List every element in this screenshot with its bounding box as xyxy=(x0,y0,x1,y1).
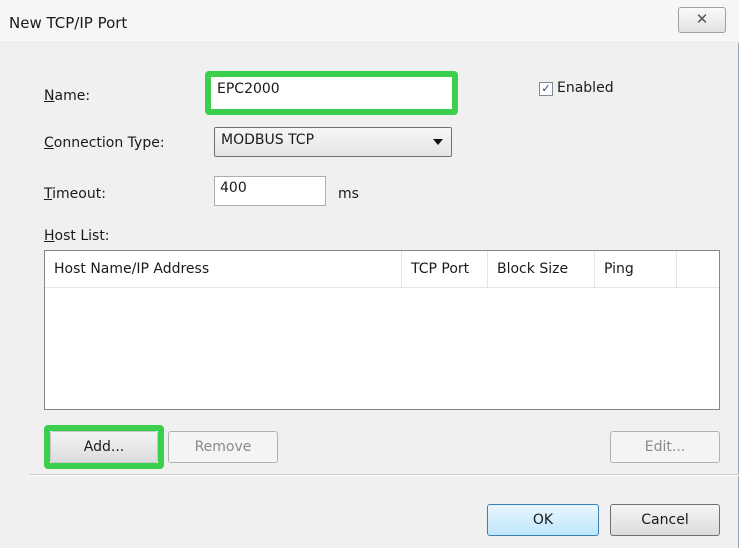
enabled-checkbox[interactable]: ✓ xyxy=(539,82,553,96)
connection-type-label-rest: onnection Type: xyxy=(53,135,165,151)
host-list-label: Host List: xyxy=(44,228,110,244)
host-list-mnemonic: H xyxy=(44,228,55,244)
host-list-header: Host Name/IP Address TCP Port Block Size… xyxy=(45,251,719,288)
close-icon: ✕ xyxy=(695,10,709,28)
name-label-rest: ame: xyxy=(54,88,91,104)
connection-type-dropdown[interactable]: MODBUS TCP xyxy=(214,127,452,157)
name-label: Name: xyxy=(44,88,90,104)
connection-type-label: Connection Type: xyxy=(44,135,165,151)
timeout-input[interactable]: 400 xyxy=(214,176,326,206)
enabled-label[interactable]: Enabled xyxy=(557,80,614,96)
new-tcp-ip-port-dialog: New TCP/IP Port ✕ Name: EPC2000 ✓ Enable… xyxy=(0,0,739,548)
ok-button[interactable]: OK xyxy=(487,504,599,536)
chevron-down-icon xyxy=(433,139,443,145)
remove-button[interactable]: Remove xyxy=(168,431,278,463)
host-list-table[interactable]: Host Name/IP Address TCP Port Block Size… xyxy=(44,250,720,410)
add-button[interactable]: Add... xyxy=(50,431,158,463)
close-button[interactable]: ✕ xyxy=(678,7,726,33)
divider xyxy=(30,474,739,476)
title-bar[interactable]: New TCP/IP Port ✕ xyxy=(0,0,739,43)
checkmark-icon: ✓ xyxy=(541,82,551,95)
timeout-label-rest: imeout: xyxy=(52,186,106,202)
column-header-filler xyxy=(677,251,719,287)
name-label-mnemonic: N xyxy=(44,88,55,104)
cancel-button[interactable]: Cancel xyxy=(610,504,720,536)
name-field[interactable]: EPC2000 xyxy=(211,77,452,109)
column-header-host[interactable]: Host Name/IP Address xyxy=(45,251,402,287)
timeout-label: Timeout: xyxy=(44,186,106,202)
window-title: New TCP/IP Port xyxy=(9,14,128,32)
connection-type-value: MODBUS TCP xyxy=(221,132,315,148)
host-list-label-rest: ost List: xyxy=(54,228,110,244)
timeout-value: 400 xyxy=(220,180,247,196)
column-header-tcp-port[interactable]: TCP Port xyxy=(402,251,488,287)
timeout-mnemonic: T xyxy=(44,186,53,202)
edit-button[interactable]: Edit... xyxy=(610,431,720,463)
column-header-ping[interactable]: Ping xyxy=(595,251,677,287)
timeout-unit: ms xyxy=(338,186,359,202)
connection-type-mnemonic: C xyxy=(44,135,54,151)
name-field-value: EPC2000 xyxy=(217,81,280,97)
column-header-block-size[interactable]: Block Size xyxy=(488,251,595,287)
